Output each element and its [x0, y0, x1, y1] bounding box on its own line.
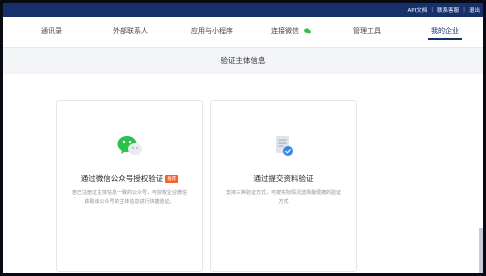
- logout-link[interactable]: 退出: [469, 6, 480, 14]
- card-description: 若已注册过主体信息一致的公众号，可授权企业微信获取该公众号的主体信息进行快捷验证…: [71, 190, 187, 205]
- divider: |: [431, 7, 434, 13]
- wechat-verify-card[interactable]: 通过微信公众号授权验证 推荐 若已注册过主体信息一致的公众号，可授权企业微信获取该…: [56, 100, 203, 272]
- document-verify-card[interactable]: 通过提交资料验证 支持三种验证方式，可按实际情况选择最便捷的验证方式: [210, 100, 357, 272]
- document-verify-title: 通过提交资料验证: [253, 174, 314, 183]
- wechat-icon: [304, 28, 312, 34]
- verification-options: 通过微信公众号授权验证 推荐 若已注册过主体信息一致的公众号，可授权企业微信获取该…: [3, 74, 483, 273]
- top-bar: API文档 | 联系客服 | 退出: [3, 3, 483, 17]
- tab-connect-wechat[interactable]: 连接微信: [271, 26, 312, 36]
- tab-management-tools[interactable]: 管理工具: [353, 26, 381, 36]
- app-window: API文档 | 联系客服 | 退出 通讯录 外部联系人 应用与小程序 连接微信 …: [3, 3, 483, 273]
- tab-contacts[interactable]: 通讯录: [41, 26, 62, 36]
- document-check-icon: [275, 136, 293, 156]
- contact-support-link[interactable]: 联系客服: [437, 6, 459, 14]
- wechat-verify-title: 通过微信公众号授权验证: [80, 174, 164, 183]
- card-description: 支持三种验证方式，可按实际情况选择最便捷的验证方式: [225, 190, 341, 205]
- tab-my-enterprise[interactable]: 我的企业: [428, 26, 462, 40]
- card-title: 通过微信公众号授权验证 推荐: [57, 173, 202, 184]
- tab-connect-wechat-label: 连接微信: [271, 27, 299, 35]
- scrollbar[interactable]: [479, 228, 483, 273]
- api-docs-link[interactable]: API文档: [408, 6, 428, 14]
- page-title: 验证主体信息: [220, 56, 266, 65]
- divider: |: [463, 7, 465, 13]
- main-nav: 通讯录 外部联系人 应用与小程序 连接微信 管理工具 我的企业: [3, 17, 483, 48]
- recommended-badge: 推荐: [165, 175, 179, 183]
- tab-apps[interactable]: 应用与小程序: [191, 26, 233, 36]
- tab-external-contacts[interactable]: 外部联系人: [113, 26, 148, 36]
- wechat-icon: [117, 136, 142, 156]
